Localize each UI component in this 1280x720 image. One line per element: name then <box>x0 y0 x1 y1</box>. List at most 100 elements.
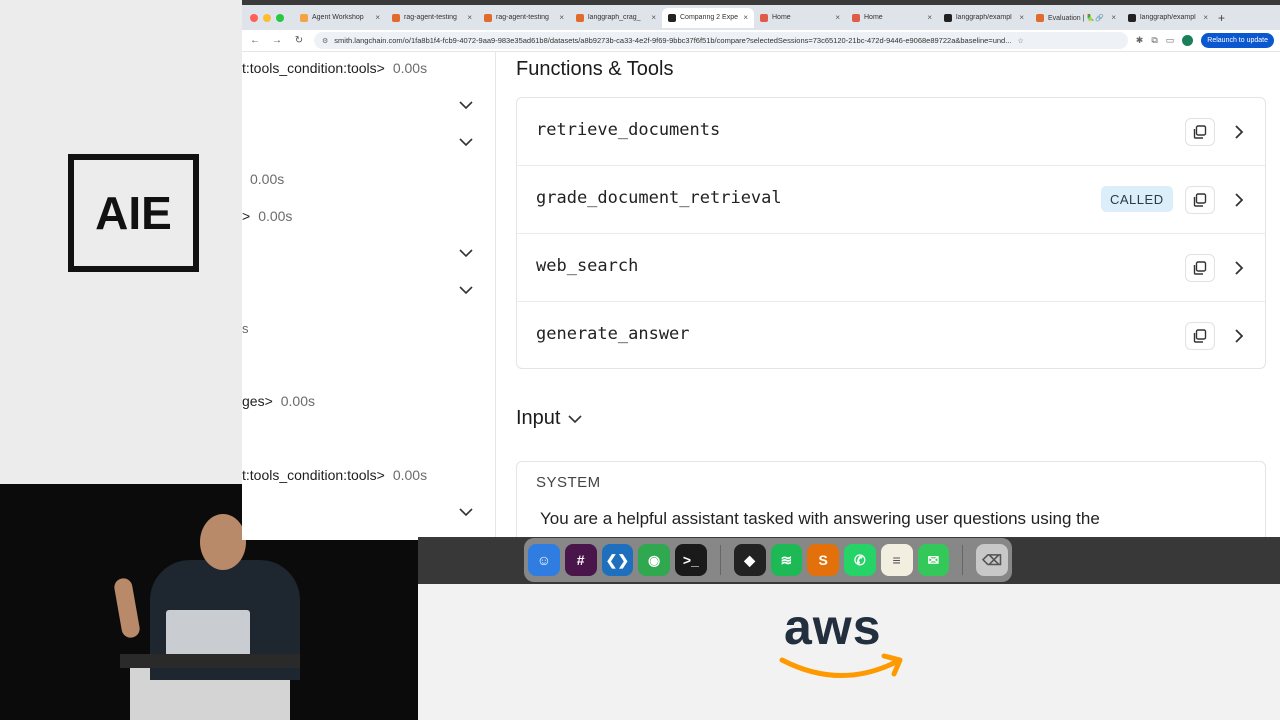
copy-icon <box>1193 125 1207 139</box>
close-tab-icon[interactable]: × <box>651 13 656 22</box>
tab-favicon-icon <box>1036 13 1044 22</box>
spotify-icon[interactable]: ≋ <box>770 544 803 576</box>
trash-icon[interactable]: ⌫ <box>976 544 1008 576</box>
finder-icon[interactable]: ☺ <box>528 544 560 576</box>
tab-favicon-icon <box>1128 13 1136 22</box>
browser-tab[interactable]: rag-agent-testing × <box>386 8 478 28</box>
messages-icon[interactable]: ✉ <box>917 544 950 576</box>
trace-row[interactable]: t:tools_condition:tools> 0.00s <box>242 60 427 76</box>
notes-icon[interactable]: ≡ <box>880 544 913 576</box>
new-tab-button[interactable]: + <box>1218 11 1225 25</box>
chevron-right-icon[interactable] <box>1231 328 1247 344</box>
close-tab-icon[interactable]: × <box>467 13 472 22</box>
browser-tab[interactable]: Home × <box>846 8 938 28</box>
tab-strip: Agent Workshop × rag-agent-testing × rag-age… <box>242 5 1280 30</box>
bookmark-star-icon[interactable]: ☆ <box>1017 37 1023 45</box>
tool-row[interactable]: grade_document_retrieval CALLED <box>517 166 1265 234</box>
message-text: You are a helpful assistant tasked with … <box>540 509 1100 528</box>
aie-logo: AIE <box>68 154 199 272</box>
close-tab-icon[interactable]: × <box>743 13 748 22</box>
close-window-button[interactable] <box>250 13 258 22</box>
close-tab-icon[interactable]: × <box>1111 13 1116 22</box>
tool-row[interactable]: web_search <box>517 234 1265 302</box>
chevron-right-icon[interactable] <box>1231 192 1247 208</box>
copy-button[interactable] <box>1185 254 1215 282</box>
cursor-icon[interactable]: ◆ <box>733 544 766 576</box>
trace-duration: 0.00s <box>280 393 315 409</box>
close-tab-icon[interactable]: × <box>835 13 840 22</box>
extensions-puzzle-icon[interactable]: ⧉ <box>1151 35 1157 46</box>
podium-top <box>120 654 300 668</box>
tab-label: Comparing 2 Expe <box>680 14 738 21</box>
trace-duration: 0.00s <box>392 60 428 76</box>
close-tab-icon[interactable]: × <box>559 13 564 22</box>
tab-label: rag-agent-testing <box>496 14 549 21</box>
tools-card: retrieve_documents grade_document_retrie… <box>516 97 1266 369</box>
chevron-down-icon[interactable] <box>459 285 473 295</box>
trace-row[interactable]: >0.00s <box>242 208 292 224</box>
close-tab-icon[interactable]: × <box>927 13 932 22</box>
sublime-icon[interactable]: S <box>807 544 839 576</box>
browser-tab[interactable]: Comparing 2 Expe × <box>662 7 754 28</box>
site-info-icon[interactable]: ⚙ <box>322 37 328 45</box>
trace-duration: 0.00s <box>258 208 293 224</box>
sidebar-icon[interactable]: ▭ <box>1166 35 1175 46</box>
chevron-down-icon[interactable] <box>459 100 473 110</box>
speaker-head <box>200 514 246 570</box>
close-tab-icon[interactable]: × <box>375 13 380 22</box>
trace-label: ges> <box>242 393 273 409</box>
extension-icon[interactable]: ✱ <box>1136 35 1144 46</box>
browser-tab[interactable]: Evaluation | 🦜🔗 × <box>1030 8 1122 28</box>
chevron-down-icon <box>568 414 583 423</box>
back-icon[interactable]: ← <box>248 35 262 46</box>
minimize-window-button[interactable] <box>263 13 271 22</box>
slack-icon[interactable]: # <box>564 544 597 576</box>
whatsapp-icon[interactable]: ✆ <box>844 544 876 576</box>
called-badge: CALLED <box>1101 186 1173 212</box>
chevron-right-icon[interactable] <box>1231 260 1247 276</box>
relaunch-button[interactable]: Relaunch to update <box>1201 33 1274 48</box>
tool-name: retrieve_documents <box>536 120 721 140</box>
chrome-icon[interactable]: ◉ <box>638 544 670 576</box>
trace-row[interactable]: s <box>242 320 257 336</box>
browser-tab[interactable]: Home × <box>754 8 846 28</box>
browser-tab[interactable]: langgraph_crag_ × <box>570 8 662 28</box>
chevron-down-icon[interactable] <box>459 137 473 147</box>
chevron-down-icon[interactable] <box>459 507 473 517</box>
browser-tab[interactable]: langgraph/exampl × <box>1122 8 1214 28</box>
trace-label: t:tools_condition:tools> <box>242 467 385 483</box>
input-toggle[interactable]: Input <box>516 407 583 430</box>
terminal-icon[interactable]: >_ <box>675 544 707 576</box>
browser-tab[interactable]: Agent Workshop × <box>294 8 386 28</box>
trace-label: s <box>242 321 249 336</box>
trace-row[interactable]: 0.00s <box>242 171 284 187</box>
close-tab-icon[interactable]: × <box>1019 13 1024 22</box>
address-bar-row: ← → ↻ ⚙ smith.langchain.com/o/1fa8b1f4-f… <box>242 30 1280 52</box>
chevron-down-icon[interactable] <box>459 248 473 258</box>
copy-button[interactable] <box>1185 118 1215 146</box>
trace-duration: 0.00s <box>392 467 428 483</box>
tab-favicon-icon <box>392 13 400 22</box>
trace-row[interactable]: ges> 0.00s <box>242 393 315 409</box>
close-tab-icon[interactable]: × <box>1203 13 1208 22</box>
copy-button[interactable] <box>1185 322 1215 350</box>
url-bar[interactable]: ⚙ smith.langchain.com/o/1fa8b1f4-fcb9-40… <box>314 32 1128 49</box>
dock-separator <box>962 545 964 575</box>
browser-tab[interactable]: rag-agent-testing × <box>478 8 570 28</box>
reload-icon[interactable]: ↻ <box>292 35 306 46</box>
message-role: SYSTEM <box>536 474 601 491</box>
zoom-window-button[interactable] <box>276 13 284 22</box>
chevron-right-icon[interactable] <box>1231 124 1247 140</box>
tool-row[interactable]: retrieve_documents <box>517 98 1265 166</box>
aie-logo-text: AIE <box>95 187 172 239</box>
tool-row[interactable]: generate_answer <box>517 302 1265 370</box>
copy-icon <box>1193 329 1207 343</box>
forward-icon[interactable]: → <box>270 35 284 46</box>
trace-row[interactable]: t:tools_condition:tools> 0.00s <box>242 467 427 483</box>
browser-tab[interactable]: langgraph/exampl × <box>938 8 1030 28</box>
copy-button[interactable] <box>1185 186 1215 214</box>
tab-label: Evaluation | 🦜🔗 <box>1048 14 1104 22</box>
profile-avatar[interactable] <box>1182 35 1194 46</box>
vscode-icon[interactable]: ❮❯ <box>601 544 634 576</box>
tab-label: Home <box>772 14 791 21</box>
